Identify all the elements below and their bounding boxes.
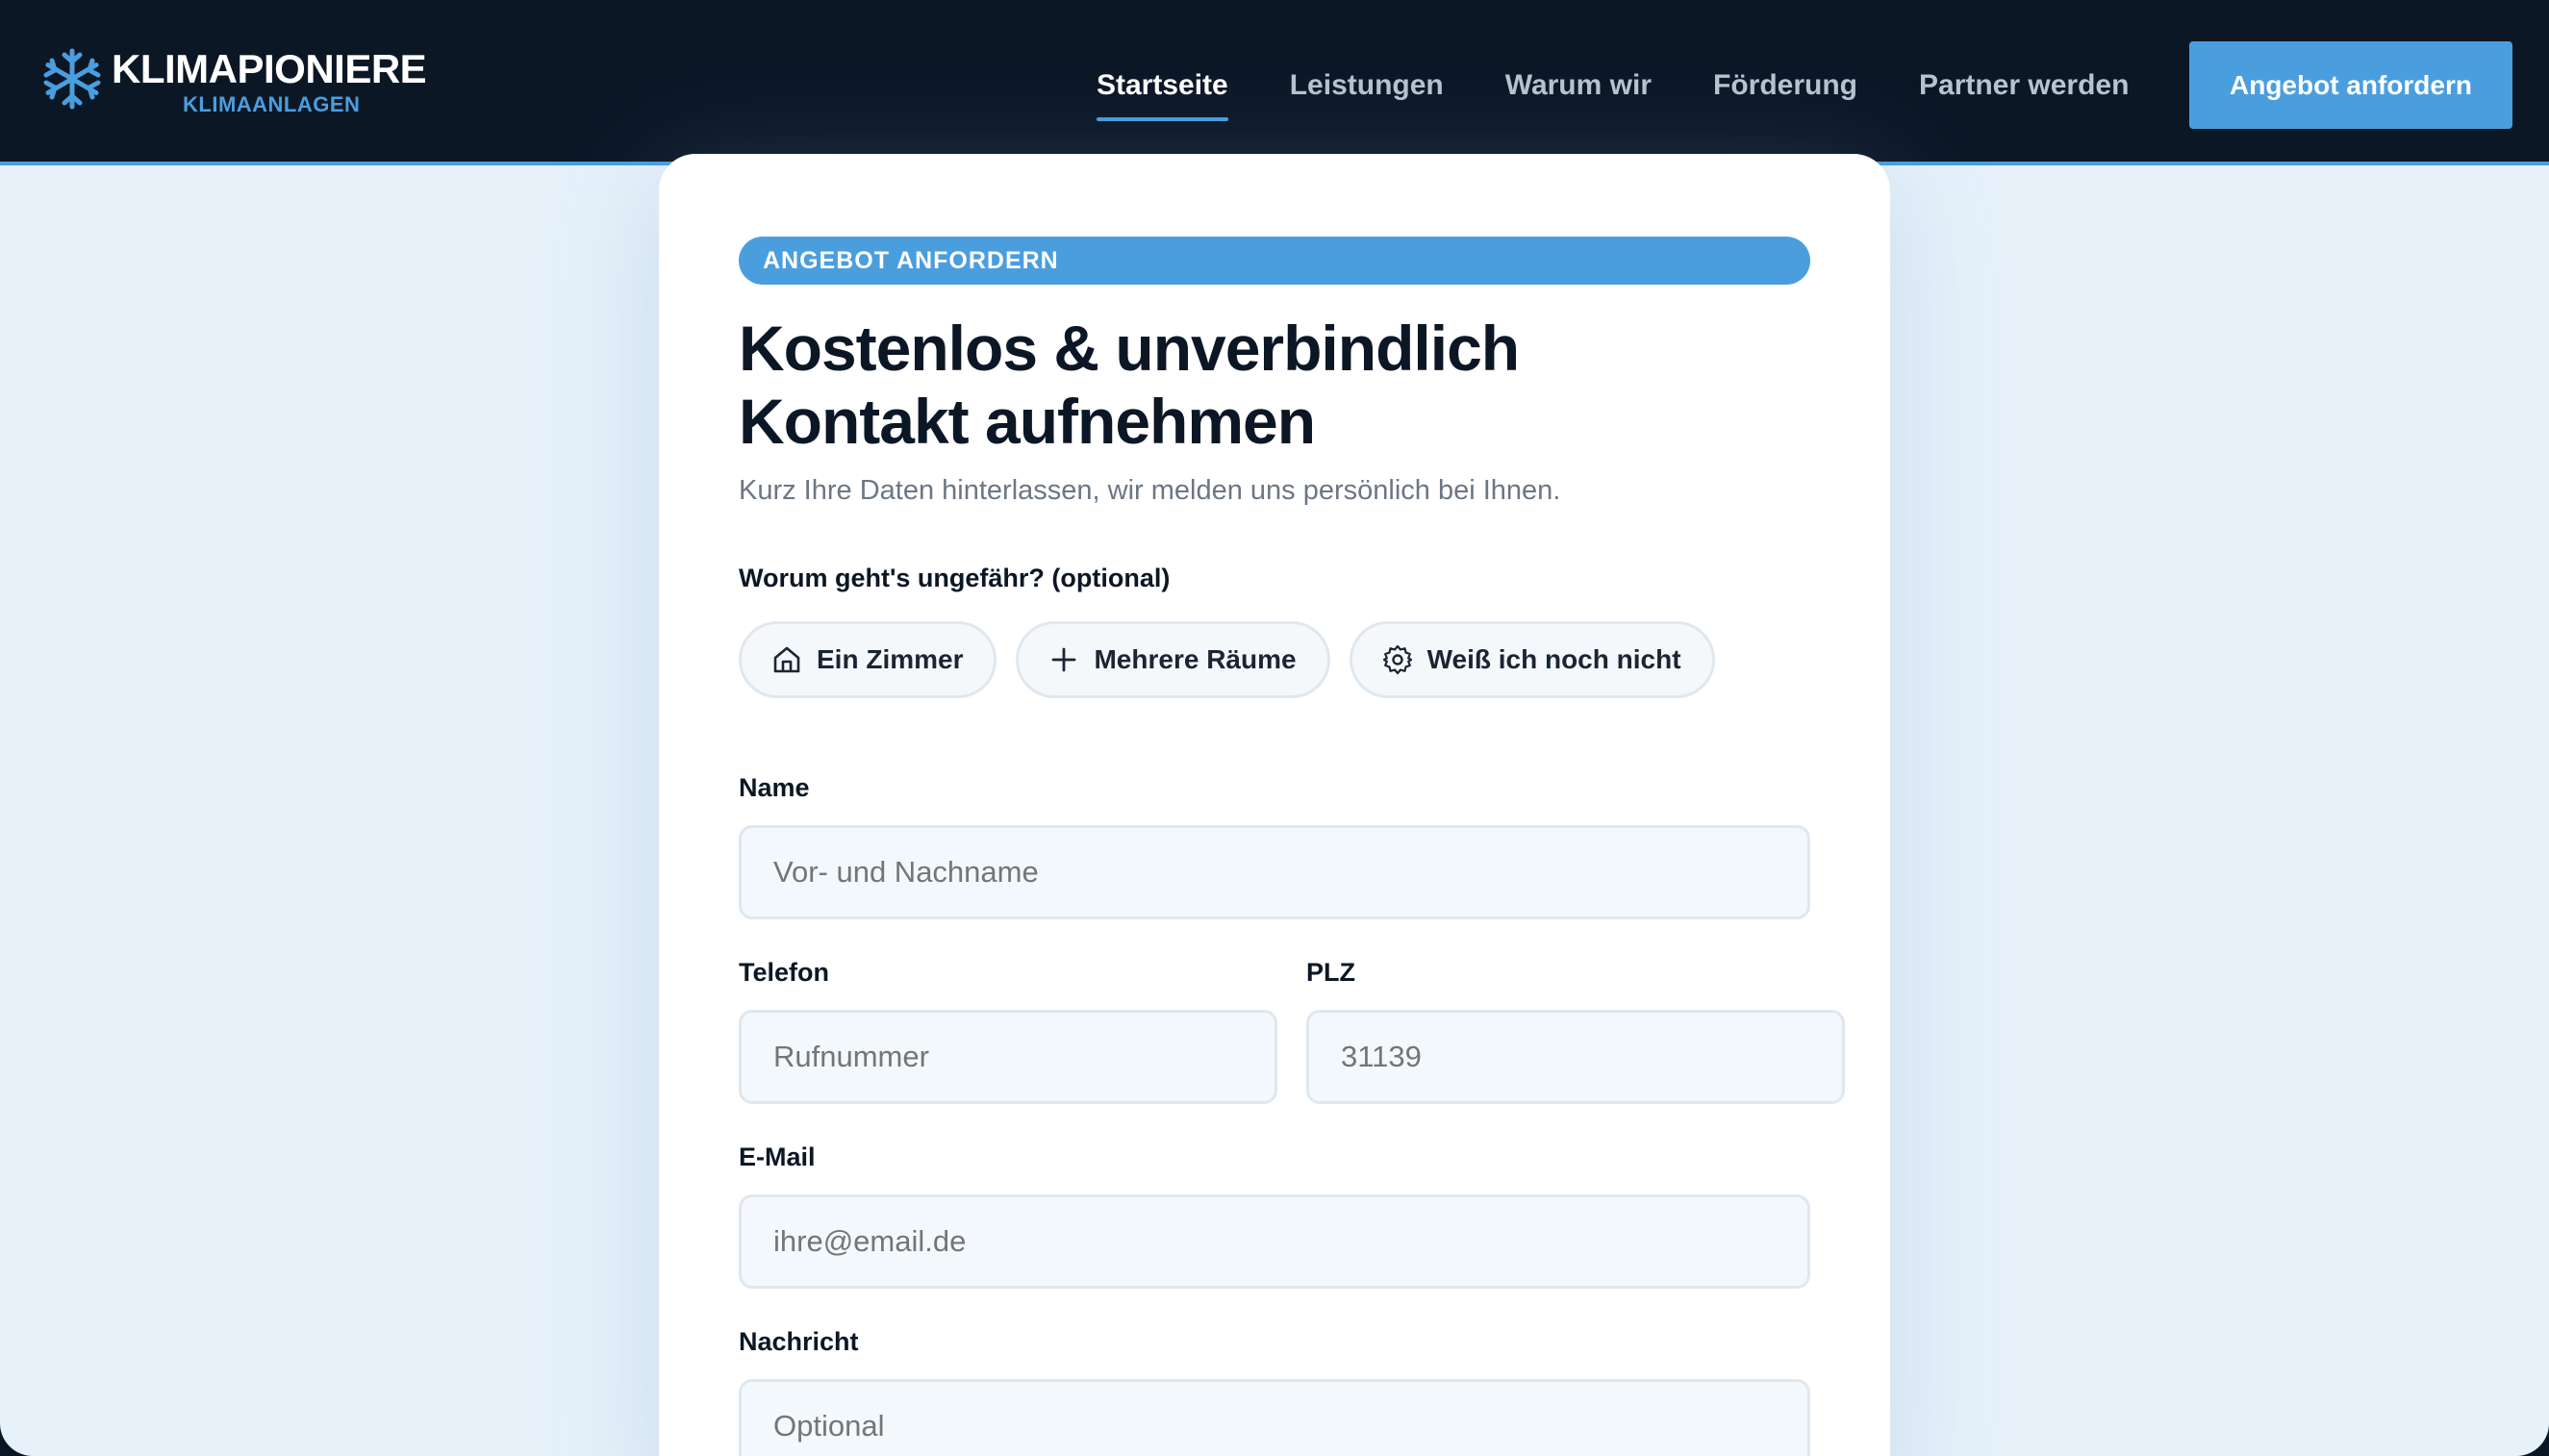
email-input[interactable] bbox=[739, 1194, 1810, 1289]
nav-startseite[interactable]: Startseite bbox=[1097, 63, 1228, 121]
logo-wordmark: KLIMAPIONIERE bbox=[112, 46, 427, 91]
site-header: KLIMAPIONIERE KLIMAANLAGEN Startseite Le… bbox=[0, 0, 2549, 165]
phone-label: Telefon bbox=[739, 958, 829, 987]
message-input[interactable] bbox=[739, 1379, 1810, 1456]
nav-foerderung[interactable]: Förderung bbox=[1713, 63, 1857, 121]
chip-ein-zimmer[interactable]: Ein Zimmer bbox=[739, 621, 997, 698]
logo-tagline: KLIMAANLAGEN bbox=[183, 92, 361, 116]
project-type-options: Ein Zimmer Mehrere Räume Weiß ich noch n… bbox=[739, 621, 1734, 698]
house-icon bbox=[773, 646, 800, 673]
name-label: Name bbox=[739, 773, 810, 802]
form-title: Kostenlos & unverbindlich Kontakt aufneh… bbox=[739, 312, 1797, 458]
message-label: Nachricht bbox=[739, 1327, 859, 1356]
chip-label: Ein Zimmer bbox=[817, 644, 964, 674]
logo[interactable]: KLIMAPIONIERE KLIMAANLAGEN bbox=[40, 42, 458, 116]
chip-weiss-ich-noch-nicht[interactable]: Weiß ich noch nicht bbox=[1349, 621, 1715, 698]
request-quote-button[interactable]: Angebot anfordern bbox=[2189, 41, 2512, 129]
email-label: E-Mail bbox=[739, 1142, 816, 1171]
form-title-line-1: Kostenlos & unverbindlich bbox=[739, 313, 1520, 384]
form-title-line-2: Kontakt aufnehmen bbox=[739, 386, 1316, 457]
chip-label: Weiß ich noch nicht bbox=[1426, 644, 1681, 674]
snowflake-icon bbox=[43, 48, 101, 110]
nav-partner-werden[interactable]: Partner werden bbox=[1919, 63, 2129, 121]
zip-input[interactable] bbox=[1306, 1010, 1845, 1104]
form-subtitle: Kurz Ihre Daten hinterlassen, wir melden… bbox=[739, 475, 1561, 506]
chip-mehrere-raeume[interactable]: Mehrere Räume bbox=[1016, 621, 1330, 698]
section-badge: ANGEBOT ANFORDERN bbox=[739, 237, 1810, 285]
page-frame: KLIMAPIONIERE KLIMAANLAGEN Startseite Le… bbox=[0, 0, 2549, 1456]
nav-leistungen[interactable]: Leistungen bbox=[1290, 63, 1444, 121]
gear-icon bbox=[1382, 644, 1412, 675]
chip-label: Mehrere Räume bbox=[1094, 644, 1297, 674]
logo-text: KLIMAPIONIERE KLIMAANLAGEN bbox=[112, 42, 458, 116]
zip-label: PLZ bbox=[1306, 958, 1355, 987]
name-input[interactable] bbox=[739, 825, 1810, 919]
main-nav: Startseite Leistungen Warum wir Förderun… bbox=[1097, 63, 2190, 123]
plus-icon bbox=[1052, 647, 1076, 672]
project-type-question: Worum geht's ungefähr? (optional) bbox=[739, 564, 1171, 592]
nav-warum-wir[interactable]: Warum wir bbox=[1505, 63, 1652, 121]
contact-form-card: ANGEBOT ANFORDERN Kostenlos & unverbindl… bbox=[659, 154, 1890, 1456]
phone-input[interactable] bbox=[739, 1010, 1277, 1104]
